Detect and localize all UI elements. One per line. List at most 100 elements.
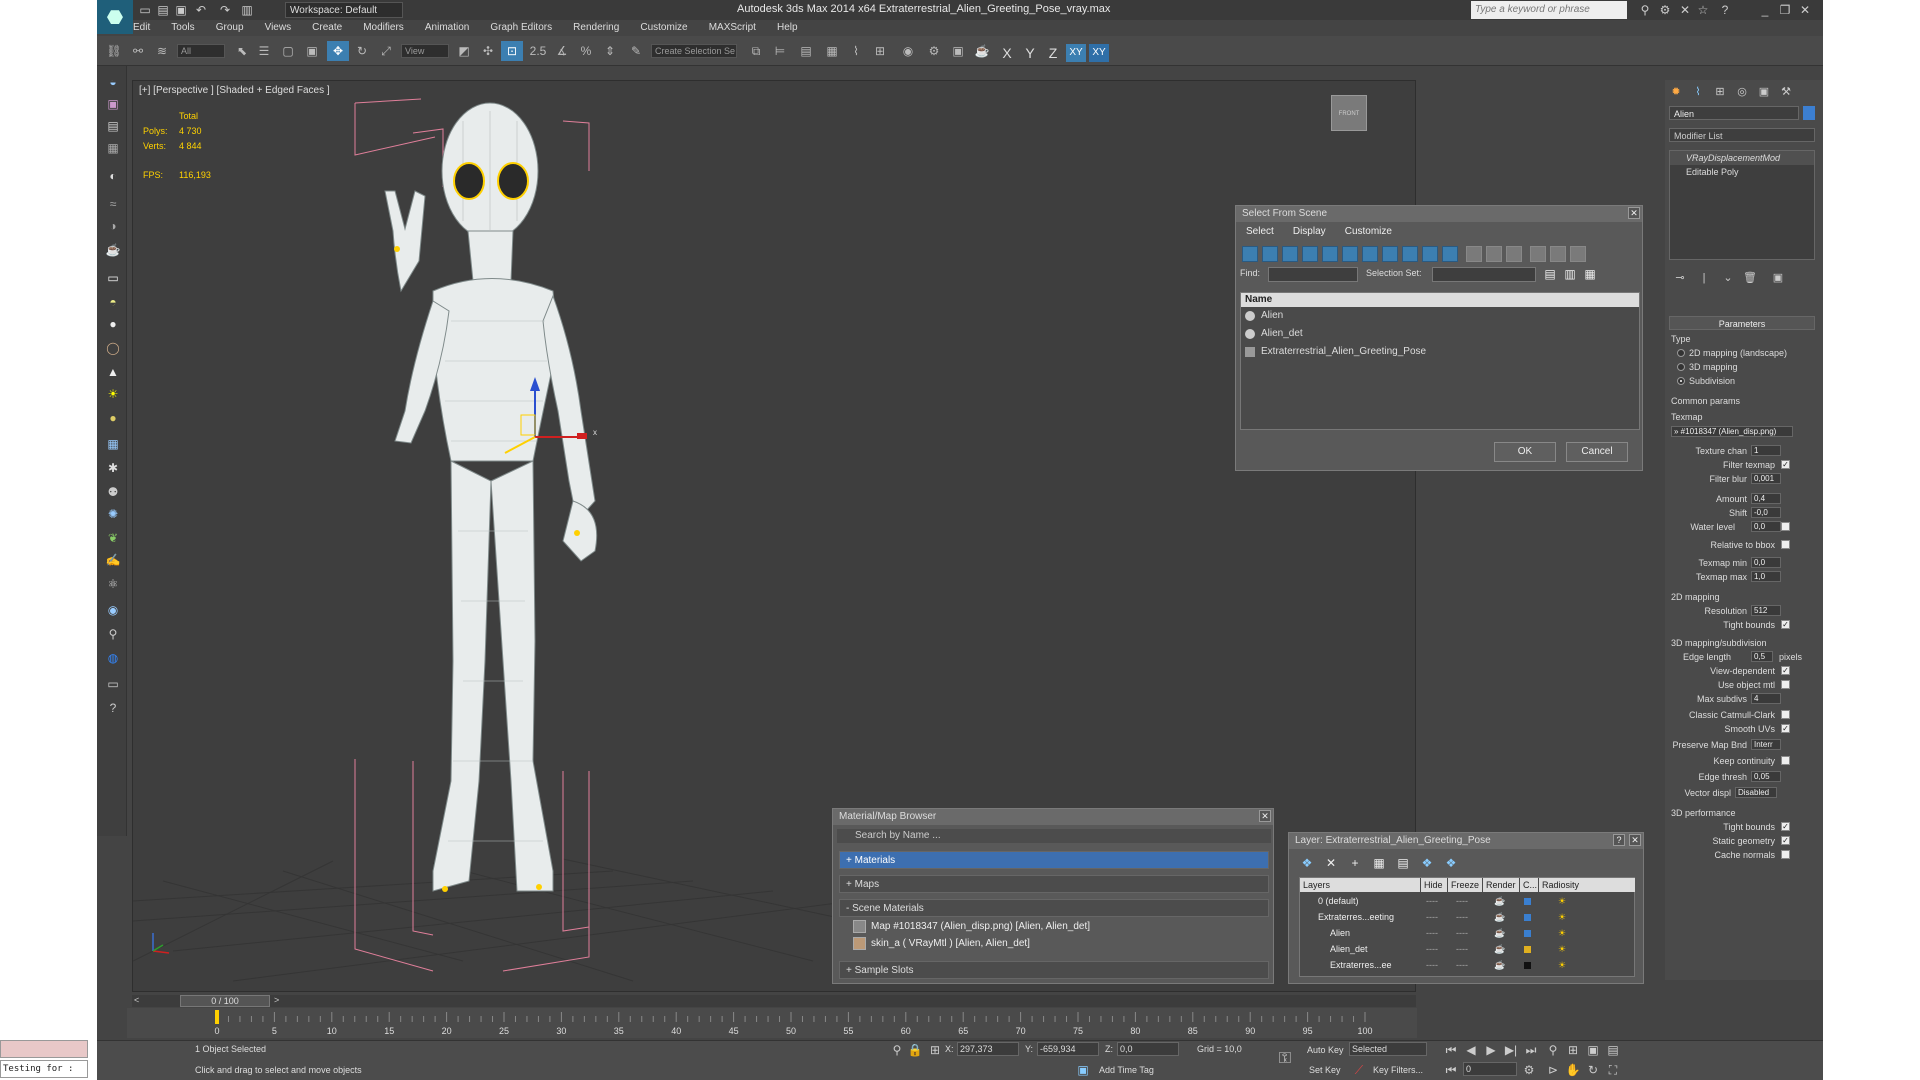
prev-frame-icon[interactable]: ◀ bbox=[1463, 1042, 1479, 1058]
zoom-all-icon[interactable]: ⊞ bbox=[1565, 1042, 1581, 1058]
object-name-input[interactable]: Alien bbox=[1669, 106, 1799, 120]
filter-cameras-icon[interactable] bbox=[1302, 246, 1318, 262]
mirror-icon[interactable]: ⧉ bbox=[745, 41, 767, 61]
create-lights-icon[interactable]: ▤ bbox=[104, 118, 122, 134]
select-and-scale-icon[interactable]: ⤢ bbox=[375, 41, 397, 61]
time-slider-handle[interactable]: 0 / 100 bbox=[180, 995, 270, 1007]
next-frame-icon[interactable]: ▶| bbox=[1503, 1042, 1519, 1058]
torus-icon[interactable]: ◯ bbox=[104, 340, 122, 356]
layers-column-header[interactable]: Layers bbox=[1300, 878, 1420, 892]
material-search-input[interactable]: Search by Name ... bbox=[837, 829, 1271, 843]
hide-toggle[interactable]: ---- bbox=[1426, 894, 1438, 909]
menu-customize[interactable]: Customize bbox=[640, 22, 687, 33]
current-frame-field[interactable]: 0 bbox=[1463, 1062, 1517, 1076]
ok-button[interactable]: OK bbox=[1494, 442, 1556, 462]
layer-help-icon[interactable]: ? bbox=[1613, 834, 1625, 846]
sfs-selset-add-icon[interactable]: ▤ bbox=[1542, 266, 1558, 282]
layer-color-swatch[interactable] bbox=[1524, 962, 1531, 969]
link-icon[interactable]: ⛓ bbox=[103, 41, 125, 61]
isolate-selection-icon[interactable]: ⚲ bbox=[889, 1042, 905, 1058]
menu-help[interactable]: Help bbox=[777, 22, 798, 33]
layer-color-swatch[interactable] bbox=[1524, 914, 1531, 921]
render-column-header[interactable]: Render bbox=[1483, 878, 1519, 892]
rectangular-selection-icon[interactable]: ▢ bbox=[277, 41, 299, 61]
selection-lock-icon[interactable]: 🔒 bbox=[907, 1042, 923, 1058]
default-in-out-icon[interactable]: ⟋ bbox=[1351, 1062, 1367, 1078]
create-spacewarps-icon[interactable]: ≈ bbox=[104, 196, 122, 212]
edge-thresh-spinner[interactable]: 0,05 bbox=[1751, 771, 1781, 782]
select-from-scene-close-icon[interactable]: ✕ bbox=[1628, 207, 1640, 219]
make-unique-icon[interactable]: ⌄ bbox=[1719, 270, 1737, 286]
zoom-extents-all-icon[interactable]: ▤ bbox=[1605, 1042, 1621, 1058]
sample-slots-section[interactable]: + Sample Slots bbox=[839, 961, 1269, 979]
unlink-icon[interactable]: ⚯ bbox=[127, 41, 149, 61]
create-tab-icon[interactable]: ✹ bbox=[1667, 84, 1685, 100]
teapot-icon[interactable]: ☕ bbox=[104, 242, 122, 258]
select-and-move-icon[interactable]: ✥ bbox=[327, 41, 349, 61]
hierarchy-icon[interactable] bbox=[1550, 246, 1566, 262]
object-color-swatch[interactable] bbox=[1803, 106, 1815, 120]
maps-section[interactable]: + Maps bbox=[839, 875, 1269, 893]
texture-channel-spinner[interactable]: 1 bbox=[1751, 445, 1781, 456]
schematic-view-icon[interactable]: ⊞ bbox=[869, 41, 891, 61]
edit-named-selection-icon[interactable]: ✎ bbox=[625, 41, 647, 61]
layer-color-swatch[interactable] bbox=[1524, 930, 1531, 937]
filter-helpers-icon[interactable] bbox=[1322, 246, 1338, 262]
workspace-dropdown[interactable]: Workspace: Default bbox=[285, 2, 403, 18]
create-shapes-icon[interactable]: ▣ bbox=[104, 96, 122, 112]
select-invert-icon[interactable] bbox=[1506, 246, 1522, 262]
key-mode-dropdown[interactable]: Selected bbox=[1349, 1042, 1427, 1056]
zoom-extents-icon[interactable]: ▣ bbox=[1585, 1042, 1601, 1058]
create-layer-icon[interactable]: ❖ bbox=[1299, 855, 1315, 871]
filter-containers-icon[interactable] bbox=[1422, 246, 1438, 262]
layer-manager-icon[interactable]: ▤ bbox=[795, 41, 817, 61]
shift-spinner[interactable]: -0,0 bbox=[1751, 507, 1781, 518]
maxscript-input[interactable] bbox=[0, 1040, 88, 1058]
radiosity-icon[interactable]: ☀ bbox=[1558, 910, 1566, 925]
undo-icon[interactable]: ↶ bbox=[193, 2, 209, 18]
show-end-result-icon[interactable]: | bbox=[1695, 270, 1713, 286]
time-config-icon[interactable]: ⚙ bbox=[1521, 1062, 1537, 1078]
create-systems-icon[interactable]: ◑ bbox=[104, 218, 122, 234]
vray-icon[interactable]: ◍ bbox=[104, 650, 122, 666]
maximize-viewport-icon[interactable]: ⛶ bbox=[1605, 1062, 1621, 1078]
play-icon[interactable]: ▶ bbox=[1483, 1042, 1499, 1058]
relative-to-bbox-checkbox[interactable] bbox=[1781, 540, 1790, 549]
highlight-layer-icon[interactable]: ▤ bbox=[1395, 855, 1411, 871]
add-time-tag[interactable]: Add Time Tag bbox=[1099, 1065, 1154, 1075]
filter-geometry-icon[interactable] bbox=[1242, 246, 1258, 262]
radiosity-icon[interactable]: ☀ bbox=[1558, 926, 1566, 941]
classic-catmull-checkbox[interactable] bbox=[1781, 710, 1790, 719]
render-teapot-icon[interactable]: ☕ bbox=[1494, 910, 1505, 925]
water-level-spinner[interactable]: 0,0 bbox=[1751, 521, 1781, 532]
favorites-icon[interactable]: ☆ bbox=[1695, 2, 1711, 18]
auto-key-button[interactable]: Auto Key bbox=[1307, 1045, 1344, 1055]
modifier-stack-item[interactable]: VRayDisplacementMod bbox=[1670, 151, 1814, 165]
select-and-manipulate-icon[interactable]: ✣ bbox=[477, 41, 499, 61]
axis-xy-button[interactable]: XY bbox=[1066, 44, 1086, 62]
restore-icon[interactable]: ❐ bbox=[1777, 2, 1793, 18]
list-item[interactable]: Extraterrestrial_Alien_Greeting_Pose bbox=[1241, 343, 1639, 361]
plane-icon[interactable]: ▦ bbox=[104, 436, 122, 452]
communication-icon[interactable]: ✕ bbox=[1677, 2, 1693, 18]
current-frame-marker[interactable] bbox=[215, 1010, 219, 1024]
environment-icon[interactable]: ◉ bbox=[104, 602, 122, 618]
delete-layer-icon[interactable]: ✕ bbox=[1323, 855, 1339, 871]
viewport-label[interactable]: [+] [Perspective ] [Shaded + Edged Faces… bbox=[139, 85, 330, 96]
foliage-icon[interactable]: ❦ bbox=[104, 530, 122, 546]
remove-modifier-icon[interactable]: 🗑 bbox=[1741, 270, 1759, 286]
cache-normals-checkbox[interactable] bbox=[1781, 850, 1790, 859]
freeze-toggle[interactable]: ---- bbox=[1456, 894, 1468, 909]
hide-toggle[interactable]: ---- bbox=[1426, 958, 1438, 973]
key-filters-button[interactable]: Key Filters... bbox=[1373, 1065, 1423, 1075]
view-dependent-checkbox[interactable]: ✓ bbox=[1781, 666, 1790, 675]
curve-editor-icon[interactable]: ⌇ bbox=[845, 41, 867, 61]
menu-edit[interactable]: Edit bbox=[133, 22, 150, 33]
create-geometry-icon[interactable]: ◒ bbox=[104, 74, 122, 90]
filter-texmap-checkbox[interactable]: ✓ bbox=[1781, 460, 1790, 469]
vector-displ-dropdown[interactable]: Disabled bbox=[1735, 787, 1777, 798]
reference-coordinate-dropdown[interactable]: View bbox=[401, 44, 449, 58]
utilities-tab-icon[interactable]: ⚒ bbox=[1777, 84, 1795, 100]
table-row[interactable]: Alien_det ---- ---- ☕ ☀ bbox=[1300, 942, 1634, 957]
use-object-mtl-checkbox[interactable] bbox=[1781, 680, 1790, 689]
